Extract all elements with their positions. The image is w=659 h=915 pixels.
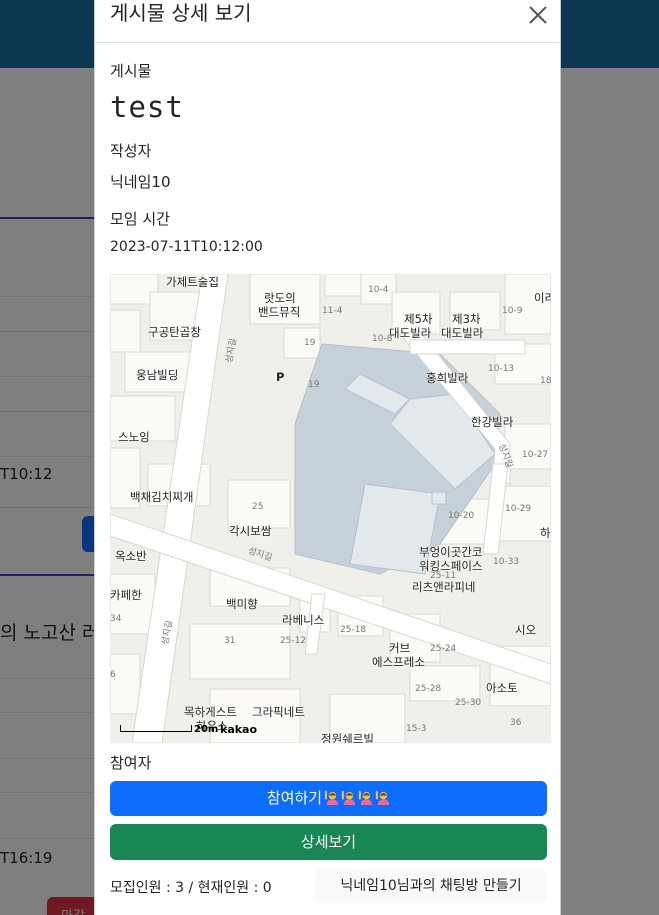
- map-scale-bar: [120, 725, 192, 732]
- map-place-label: 밴드뮤직: [258, 305, 301, 319]
- map-place-label: 그라픽네트: [252, 705, 305, 719]
- map-scale-text: 20m: [194, 724, 219, 735]
- meet-time-label: 모임 시간: [110, 210, 170, 228]
- join-button-label: 참여하기: [266, 789, 323, 807]
- map-lot-number: 25: [252, 502, 264, 512]
- recruit-info: 모집인원 : 3 / 현재인원 : 0: [110, 880, 272, 896]
- map-graphic: [110, 274, 551, 743]
- map-place-label: 옥소반: [115, 549, 147, 563]
- map-place-label: 리츠앤라피네: [412, 580, 476, 594]
- map-place-label: 이라: [534, 291, 551, 305]
- map-lot-number: 15-3: [406, 724, 427, 734]
- map-lot-number: 10-13: [488, 364, 515, 374]
- map-place-label: 각시보쌈: [229, 524, 272, 538]
- map-lot-number: 10-33: [493, 557, 520, 567]
- map-place-label: 대도빌라: [441, 326, 484, 340]
- location-map[interactable]: 가제트술집 랏도의 밴드뮤직 제5차 대도빌라 제3차 대도빌라 구공탄곱창 웅…: [110, 274, 551, 743]
- author-value: 닉네임10: [110, 173, 171, 191]
- map-lot-number: 6: [110, 670, 116, 680]
- map-lot-number: 10-9: [502, 306, 523, 316]
- map-place-label: 한강빌라: [471, 415, 514, 429]
- map-lot-number: 31: [224, 636, 236, 646]
- post-title: test: [110, 90, 184, 124]
- map-place-label: 아소토: [486, 681, 518, 695]
- map-place-label: 백채김치찌개: [130, 490, 194, 504]
- create-chat-button[interactable]: 닉네임10님과의 채팅방 만들기: [315, 869, 547, 903]
- map-place-label: 백미향: [226, 597, 258, 611]
- map-place-label: 스노잉: [118, 430, 150, 444]
- map-lot-number: 10-4: [368, 285, 389, 295]
- join-button[interactable]: 참여하기: [110, 781, 547, 816]
- person-raising-hand-icon: [341, 790, 356, 805]
- map-place-label: 라베니스: [282, 613, 325, 627]
- map-place-label: 웅남빌딩: [136, 368, 179, 382]
- author-label: 작성자: [110, 142, 152, 160]
- map-lot-number: 36: [510, 718, 522, 728]
- map-lot-number: 25-28: [415, 684, 442, 694]
- map-place-label: 하: [540, 526, 551, 540]
- map-place-label: 정원쉐르빌: [321, 732, 374, 743]
- map-lot-number: 19: [308, 380, 320, 390]
- map-lot-number: 10-8: [372, 334, 393, 344]
- map-lot-number: 19: [304, 338, 316, 348]
- modal-title: 게시물 상세 보기: [110, 1, 252, 25]
- detail-button[interactable]: 상세보기: [110, 824, 547, 860]
- map-lot-number: 25-18: [340, 625, 367, 635]
- map-lot-number: 25-12: [280, 636, 307, 646]
- map-place-label: 홍희빌라: [426, 371, 469, 385]
- close-icon[interactable]: [527, 4, 549, 26]
- map-lot-number: 10-29: [505, 504, 532, 514]
- map-lot-number: 10-20: [448, 511, 475, 521]
- map-place-label: 가제트술집: [166, 275, 219, 289]
- map-lot-number: 25-11: [430, 571, 457, 581]
- map-lot-number: 18: [540, 376, 551, 386]
- post-label: 게시물: [110, 62, 152, 80]
- map-place-label: 시오: [515, 623, 537, 637]
- participants-label: 참여자: [110, 754, 152, 772]
- map-lot-number: 25-30: [455, 698, 482, 708]
- map-place-label: 카페한: [110, 588, 142, 602]
- meet-time-value: 2023-07-11T10:12:00: [110, 239, 263, 255]
- post-detail-modal: 게시물 상세 보기 게시물 test 작성자 닉네임10 모임 시간 2023-…: [94, 0, 561, 915]
- parking-icon: P: [276, 370, 285, 384]
- kakao-logo: kakao: [220, 723, 258, 736]
- modal-header: 게시물 상세 보기: [95, 0, 560, 43]
- person-raising-hand-icon: [324, 790, 339, 805]
- map-place-label: 에스프레소: [372, 655, 425, 669]
- map-lot-number: 11-4: [322, 306, 343, 316]
- map-place-label: 구공탄곱창: [148, 325, 201, 339]
- map-lot-number: 25-24: [430, 644, 457, 654]
- map-lot-number: 10-27: [522, 450, 549, 460]
- map-place-label: 대도빌라: [389, 326, 432, 340]
- map-lot-number: 34: [110, 614, 122, 624]
- person-raising-hand-icon: [358, 790, 373, 805]
- person-raising-hand-icon: [375, 790, 390, 805]
